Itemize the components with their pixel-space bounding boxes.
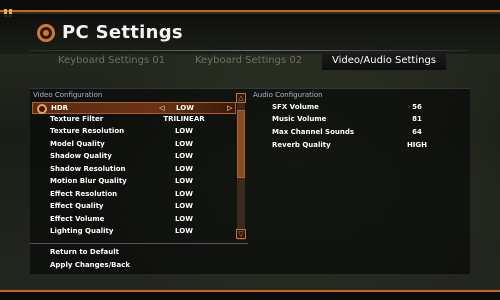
row-value: 64 <box>412 128 422 136</box>
bottom-notch-decoration <box>2 293 12 300</box>
tab-keyboard-settings-02[interactable]: Keyboard Settings 02 <box>195 55 302 66</box>
scroll-down-icon[interactable]: ▽ <box>236 229 246 239</box>
video-row-texture-resolution[interactable]: Texture Resolution LOW <box>32 126 236 138</box>
row-label: Effect Quality <box>50 202 104 210</box>
page-title: PC Settings <box>62 22 183 43</box>
row-label: SFX Volume <box>272 103 319 111</box>
row-value: LOW <box>175 202 193 210</box>
video-section-label: Video Configuration <box>33 91 103 99</box>
row-value: LOW <box>175 127 193 135</box>
tab-bar: Keyboard Settings 01 Keyboard Settings 0… <box>30 53 470 72</box>
row-label: Music Volume <box>272 115 327 123</box>
row-label: Motion Blur Quality <box>50 177 127 185</box>
row-value: LOW <box>175 140 193 148</box>
video-row-model-quality[interactable]: Model Quality LOW <box>32 139 236 151</box>
video-row-effect-volume[interactable]: Effect Volume LOW <box>32 214 236 226</box>
row-value: LOW <box>175 165 193 173</box>
video-row-shadow-resolution[interactable]: Shadow Resolution LOW <box>32 164 236 176</box>
audio-section-label: Audio Configuration <box>253 91 323 99</box>
row-value: 56 <box>412 103 422 111</box>
video-row-effect-resolution[interactable]: Effect Resolution LOW <box>32 189 236 201</box>
row-label: Shadow Quality <box>50 152 112 160</box>
scroll-up-icon[interactable]: △ <box>236 93 246 103</box>
row-value: LOW <box>176 104 194 112</box>
row-label: Shadow Resolution <box>50 165 126 173</box>
row-label: Max Channel Sounds <box>272 128 355 136</box>
row-value: LOW <box>175 190 193 198</box>
row-value: LOW <box>175 152 193 160</box>
audio-row-max-channel-sounds[interactable]: Max Channel Sounds 64 <box>252 127 462 139</box>
audio-row-music-volume[interactable]: Music Volume 81 <box>252 114 462 126</box>
tab-video-audio-settings[interactable]: Video/Audio Settings <box>322 53 447 70</box>
row-label: Model Quality <box>50 140 105 148</box>
row-value: LOW <box>175 215 193 223</box>
audio-row-reverb-quality[interactable]: Reverb Quality HIGH <box>252 140 462 152</box>
row-value: 81 <box>412 115 422 123</box>
video-row-lighting-quality[interactable]: Lighting Quality LOW <box>32 226 236 238</box>
video-row-hdr[interactable]: HDR ◁ LOW ▷ <box>32 102 236 114</box>
apply-changes-back-button[interactable]: Apply Changes/Back <box>50 261 130 269</box>
row-label: Effect Volume <box>50 215 105 223</box>
row-label: Texture Filter <box>50 115 104 123</box>
row-label: Lighting Quality <box>50 227 114 235</box>
tab-keyboard-settings-01[interactable]: Keyboard Settings 01 <box>58 55 165 66</box>
top-border <box>0 0 500 17</box>
settings-ring-icon <box>37 104 47 114</box>
arrow-right-icon[interactable]: ▷ <box>227 104 232 112</box>
row-value: TRILINEAR <box>163 115 205 123</box>
row-label: HDR <box>51 104 69 112</box>
row-value: LOW <box>175 177 193 185</box>
header-divider <box>30 50 470 51</box>
row-value: HIGH <box>406 141 428 149</box>
row-label: Texture Resolution <box>50 127 125 135</box>
footer-divider <box>30 243 248 244</box>
video-row-shadow-quality[interactable]: Shadow Quality LOW <box>32 151 236 163</box>
row-label: Effect Resolution <box>50 190 118 198</box>
video-scrollbar-thumb[interactable] <box>237 110 245 178</box>
row-value: LOW <box>175 227 193 235</box>
row-label: Reverb Quality <box>272 141 331 149</box>
video-row-texture-filter[interactable]: Texture Filter TRILINEAR <box>32 114 236 126</box>
video-row-motion-blur-quality[interactable]: Motion Blur Quality LOW <box>32 176 236 188</box>
gear-icon <box>37 24 55 42</box>
video-row-effect-quality[interactable]: Effect Quality LOW <box>32 201 236 213</box>
bottom-border <box>0 290 500 300</box>
top-notch-decoration <box>4 2 20 17</box>
return-to-default-button[interactable]: Return to Default <box>50 248 119 256</box>
audio-row-sfx-volume[interactable]: SFX Volume 56 <box>252 102 462 114</box>
